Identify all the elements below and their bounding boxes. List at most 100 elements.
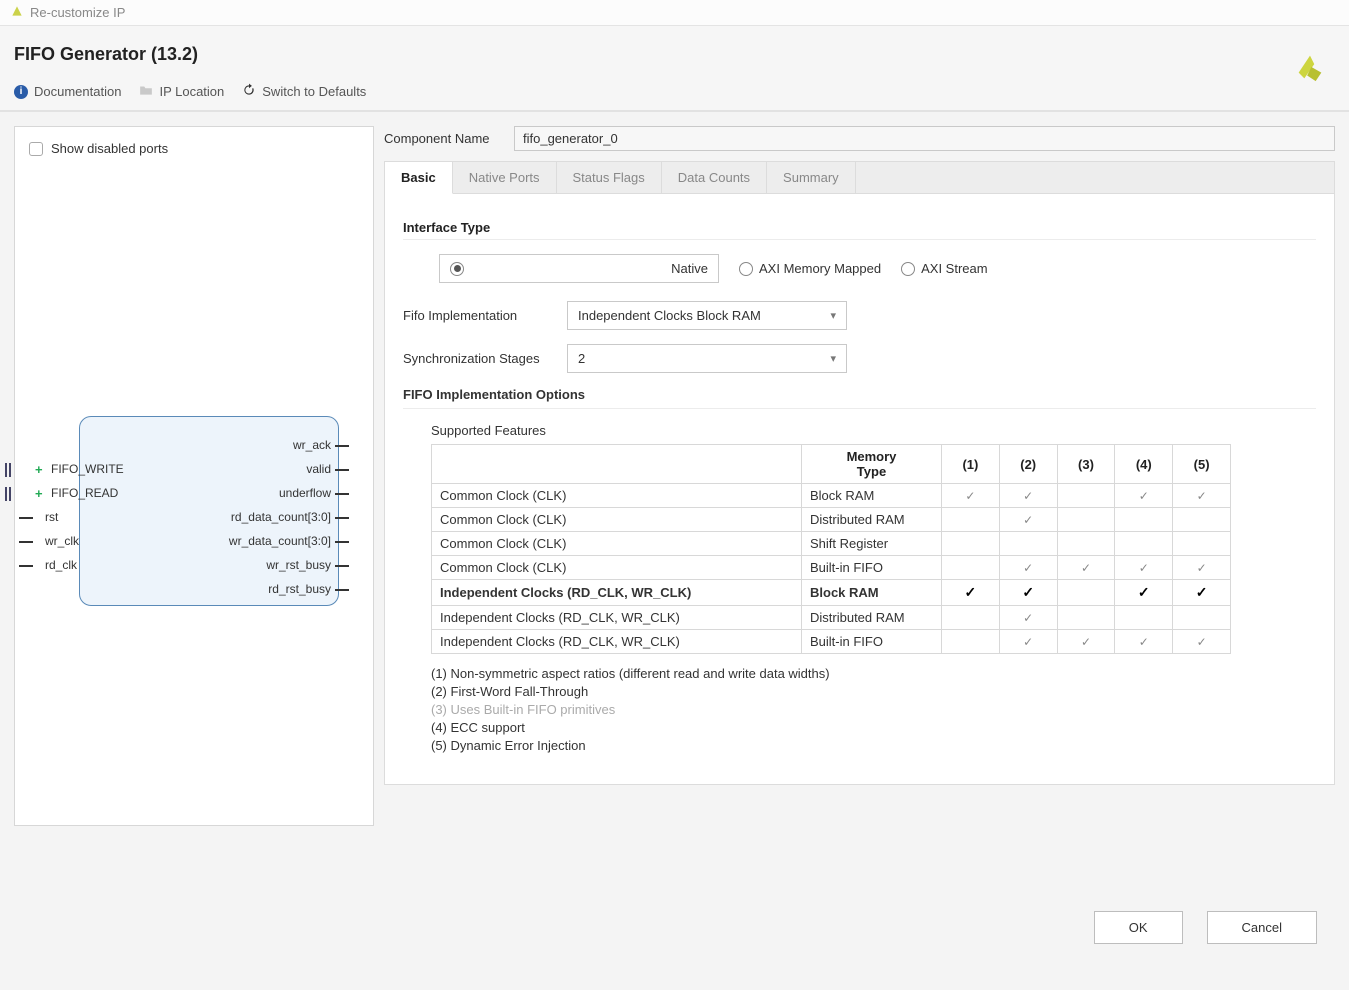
tab-native-ports[interactable]: Native Ports bbox=[453, 162, 557, 193]
table-header: (1) bbox=[942, 445, 1000, 484]
pin-icon bbox=[19, 565, 33, 567]
folder-icon bbox=[139, 84, 153, 99]
pin-icon bbox=[335, 541, 349, 543]
page-title: FIFO Generator (13.2) bbox=[14, 44, 1335, 65]
tab-basic-content: Interface Type Native AXI Memory Mapped AX… bbox=[384, 194, 1335, 785]
radio-label: AXI Memory Mapped bbox=[759, 261, 881, 276]
feature-note: (1) Non-symmetric aspect ratios (differe… bbox=[431, 666, 1316, 681]
table-row: Common Clock (CLK)Distributed RAM✓ bbox=[432, 508, 1231, 532]
output-port: valid bbox=[306, 462, 353, 476]
ok-label: OK bbox=[1129, 920, 1148, 935]
check-icon: ✓ bbox=[1023, 489, 1033, 503]
fifo-impl-label: Fifo Implementation bbox=[403, 308, 553, 323]
radio-icon bbox=[450, 262, 464, 276]
switch-defaults-label: Switch to Defaults bbox=[262, 84, 366, 99]
config-panel: Component Name fifo_generator_0 BasicNat… bbox=[384, 126, 1335, 826]
documentation-button[interactable]: i Documentation bbox=[14, 84, 121, 99]
cancel-label: Cancel bbox=[1242, 920, 1282, 935]
sync-stages-label: Synchronization Stages bbox=[403, 351, 553, 366]
table-row: Common Clock (CLK)Built-in FIFO✓✓✓✓ bbox=[432, 556, 1231, 580]
tab-data-counts[interactable]: Data Counts bbox=[662, 162, 767, 193]
input-port: rd_clk bbox=[15, 558, 77, 572]
window-title: Re-customize IP bbox=[30, 5, 125, 20]
schematic-panel: Show disabled ports +FIFO_WRITE+FIFO_REA… bbox=[14, 126, 374, 826]
check-icon: ✓ bbox=[1022, 584, 1034, 600]
pin-icon bbox=[335, 589, 349, 591]
feature-note: (3) Uses Built-in FIFO primitives bbox=[431, 702, 1316, 717]
pin-icon bbox=[335, 565, 349, 567]
input-port: wr_clk bbox=[15, 534, 79, 548]
table-row: Common Clock (CLK)Block RAM✓✓✓✓ bbox=[432, 484, 1231, 508]
tab-basic[interactable]: Basic bbox=[385, 162, 453, 194]
radio-axi-stream[interactable]: AXI Stream bbox=[901, 261, 987, 276]
fifo-impl-select[interactable]: Independent Clocks Block RAM ▾ bbox=[567, 301, 847, 330]
component-name-value: fifo_generator_0 bbox=[523, 131, 618, 146]
expand-icon[interactable]: + bbox=[35, 464, 47, 476]
table-header: (5) bbox=[1173, 445, 1231, 484]
check-icon: ✓ bbox=[1197, 561, 1207, 575]
table-row: Independent Clocks (RD_CLK, WR_CLK)Block… bbox=[432, 580, 1231, 606]
pin-icon bbox=[19, 517, 33, 519]
interface-type-title: Interface Type bbox=[403, 220, 1316, 235]
radio-label: Native bbox=[671, 261, 708, 276]
title-bar: Re-customize IP bbox=[0, 0, 1349, 26]
check-icon: ✓ bbox=[965, 584, 977, 600]
output-port: underflow bbox=[279, 486, 353, 500]
check-icon: ✓ bbox=[1081, 635, 1091, 649]
component-name-label: Component Name bbox=[384, 131, 504, 146]
chevron-down-icon: ▾ bbox=[830, 352, 836, 365]
bus-icon bbox=[5, 463, 11, 477]
tab-summary[interactable]: Summary bbox=[767, 162, 856, 193]
radio-axi-memory-mapped[interactable]: AXI Memory Mapped bbox=[739, 261, 881, 276]
table-row: Independent Clocks (RD_CLK, WR_CLK)Distr… bbox=[432, 606, 1231, 630]
radio-icon bbox=[901, 262, 915, 276]
feature-note: (5) Dynamic Error Injection bbox=[431, 738, 1316, 753]
check-icon: ✓ bbox=[1197, 489, 1207, 503]
table-header: (4) bbox=[1115, 445, 1173, 484]
table-row: Independent Clocks (RD_CLK, WR_CLK)Built… bbox=[432, 630, 1231, 654]
radio-native[interactable]: Native bbox=[439, 254, 719, 283]
table-row: Common Clock (CLK)Shift Register bbox=[432, 532, 1231, 556]
info-icon: i bbox=[14, 85, 28, 99]
switch-defaults-button[interactable]: Switch to Defaults bbox=[242, 83, 366, 100]
tab-status-flags[interactable]: Status Flags bbox=[557, 162, 662, 193]
output-port: wr_data_count[3:0] bbox=[229, 534, 353, 548]
cancel-button[interactable]: Cancel bbox=[1207, 911, 1317, 944]
check-icon: ✓ bbox=[1023, 561, 1033, 575]
interface-type-radios: Native AXI Memory Mapped AXI Stream bbox=[439, 254, 1316, 283]
checkbox-icon bbox=[29, 142, 43, 156]
pin-icon bbox=[335, 469, 349, 471]
check-icon: ✓ bbox=[1023, 611, 1033, 625]
ok-button[interactable]: OK bbox=[1094, 911, 1183, 944]
table-header: MemoryType bbox=[802, 445, 942, 484]
vendor-logo-icon bbox=[1293, 50, 1327, 87]
sync-stages-value: 2 bbox=[578, 351, 585, 366]
expand-icon[interactable]: + bbox=[35, 488, 47, 500]
table-header: (2) bbox=[999, 445, 1057, 484]
bus-icon bbox=[5, 487, 11, 501]
fifo-impl-value: Independent Clocks Block RAM bbox=[578, 308, 761, 323]
check-icon: ✓ bbox=[1023, 513, 1033, 527]
check-icon: ✓ bbox=[1139, 635, 1149, 649]
input-port: +FIFO_WRITE bbox=[15, 462, 124, 476]
ip-location-label: IP Location bbox=[159, 84, 224, 99]
pin-icon bbox=[335, 445, 349, 447]
pin-icon bbox=[19, 541, 33, 543]
app-logo-icon bbox=[10, 4, 24, 21]
sync-stages-select[interactable]: 2 ▾ bbox=[567, 344, 847, 373]
feature-notes: (1) Non-symmetric aspect ratios (differe… bbox=[431, 666, 1316, 753]
header: FIFO Generator (13.2) bbox=[0, 26, 1349, 75]
pin-icon bbox=[335, 493, 349, 495]
dialog-footer: OK Cancel bbox=[1094, 911, 1317, 944]
show-disabled-ports-checkbox[interactable]: Show disabled ports bbox=[29, 141, 359, 156]
check-icon: ✓ bbox=[1138, 584, 1150, 600]
output-port: wr_ack bbox=[293, 438, 353, 452]
check-icon: ✓ bbox=[1197, 635, 1207, 649]
ip-location-button[interactable]: IP Location bbox=[139, 84, 224, 99]
fifo-options-title: FIFO Implementation Options bbox=[403, 387, 1316, 402]
features-table: MemoryType(1)(2)(3)(4)(5)Common Clock (C… bbox=[431, 444, 1231, 654]
tab-bar: BasicNative PortsStatus FlagsData Counts… bbox=[384, 161, 1335, 194]
pin-icon bbox=[335, 517, 349, 519]
supported-features-label: Supported Features bbox=[431, 423, 1316, 438]
component-name-input[interactable]: fifo_generator_0 bbox=[514, 126, 1335, 151]
